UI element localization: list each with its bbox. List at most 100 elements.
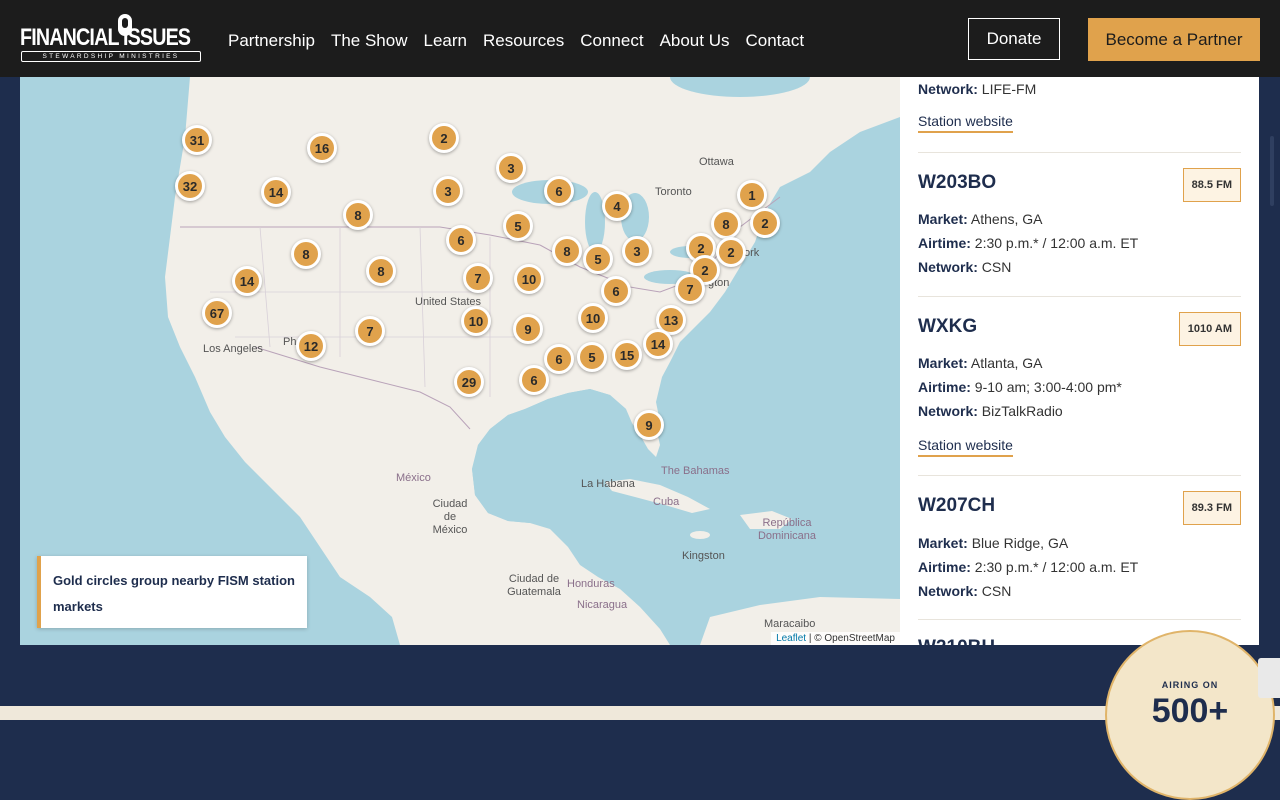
osm-attribution[interactable]: | © OpenStreetMap xyxy=(809,633,895,644)
map-label-toronto: Toronto xyxy=(655,186,692,198)
microphone-icon xyxy=(118,14,132,36)
map-cluster-marker[interactable]: 6 xyxy=(601,276,631,306)
map-label-mexico: México xyxy=(396,472,431,484)
map-cluster-marker[interactable]: 7 xyxy=(355,316,385,346)
map-cluster-marker[interactable]: 4 xyxy=(602,191,632,221)
map-label-honduras: Honduras xyxy=(567,578,615,590)
recaptcha-badge[interactable] xyxy=(1258,658,1280,698)
map-cluster-marker[interactable]: 9 xyxy=(513,314,543,344)
station-list-panel[interactable]: Network: LIFE-FM Station website W203BO … xyxy=(900,77,1259,645)
nav-about-us[interactable]: About Us xyxy=(660,31,730,51)
nav-contact[interactable]: Contact xyxy=(746,31,805,51)
station-market-row: Market: Athens, GA xyxy=(918,211,1043,227)
map-cluster-marker[interactable]: 7 xyxy=(463,263,493,293)
map-cluster-marker[interactable]: 2 xyxy=(750,208,780,238)
map-cluster-marker[interactable]: 1 xyxy=(737,180,767,210)
map-cluster-marker[interactable]: 8 xyxy=(343,200,373,230)
map-cluster-marker[interactable]: 12 xyxy=(296,331,326,361)
map-cluster-marker[interactable]: 31 xyxy=(182,125,212,155)
map-label-ciudad-de-mexico: Ciudad de México xyxy=(432,498,468,536)
nav-resources[interactable]: Resources xyxy=(483,31,564,51)
page-scrollbar[interactable] xyxy=(1270,136,1274,206)
main-nav: Partnership The Show Learn Resources Con… xyxy=(228,31,804,51)
station-website-link[interactable]: Station website xyxy=(918,113,1013,133)
map-cluster-marker[interactable]: 2 xyxy=(716,237,746,267)
map-label-los-angeles: Los Angeles xyxy=(203,343,263,355)
donate-button[interactable]: Donate xyxy=(968,18,1060,60)
map-label-kingston: Kingston xyxy=(682,550,725,562)
frequency-badge: 89.3 FM xyxy=(1182,491,1241,525)
map-label-la-habana: La Habana xyxy=(581,478,635,490)
site-header: FINANCIAL ISSUES STEWARDSHIP MINISTRIES … xyxy=(0,0,1280,77)
map-cluster-marker[interactable]: 7 xyxy=(675,274,705,304)
map-cluster-marker[interactable]: 3 xyxy=(622,236,652,266)
map-cluster-marker[interactable]: 10 xyxy=(514,264,544,294)
become-partner-button[interactable]: Become a Partner xyxy=(1088,18,1260,61)
map-cluster-marker[interactable]: 14 xyxy=(643,329,673,359)
seal-caption: AIRING ON xyxy=(1161,680,1219,690)
station-market-row: Market: Atlanta, GA xyxy=(918,355,1043,371)
station-website-link[interactable]: Station website xyxy=(918,437,1013,457)
divider xyxy=(918,152,1241,153)
map-cluster-marker[interactable]: 6 xyxy=(544,176,574,206)
frequency-badge: 88.5 FM xyxy=(1182,168,1241,202)
station-call-sign: W207CH xyxy=(918,495,996,516)
footer-band xyxy=(0,706,1280,720)
map-attribution: Leaflet | © OpenStreetMap xyxy=(771,632,900,645)
map-cluster-marker[interactable]: 67 xyxy=(202,298,232,328)
map-cluster-marker[interactable]: 5 xyxy=(577,342,607,372)
map-cluster-marker[interactable]: 3 xyxy=(496,153,526,183)
station-network-row: Network: LIFE-FM xyxy=(918,81,1037,97)
map-cluster-marker[interactable]: 14 xyxy=(232,266,262,296)
map-cluster-marker[interactable]: 15 xyxy=(612,340,642,370)
map-label-phoenix: Ph xyxy=(283,336,297,348)
map-label-bahamas: The Bahamas xyxy=(661,465,730,477)
divider xyxy=(918,296,1241,297)
map-cluster-marker[interactable]: 8 xyxy=(552,236,582,266)
map-cluster-marker[interactable]: 8 xyxy=(291,239,321,269)
map-label-ciudad-de-guatemala: Ciudad de Guatemala xyxy=(507,573,561,598)
station-network-row: Network: BizTalkRadio xyxy=(918,403,1063,419)
map-cluster-marker[interactable]: 8 xyxy=(366,256,396,286)
leaflet-link[interactable]: Leaflet xyxy=(776,633,806,644)
map-cluster-marker[interactable]: 14 xyxy=(261,177,291,207)
map-cluster-marker[interactable]: 8 xyxy=(711,209,741,239)
map-cluster-marker[interactable]: 5 xyxy=(503,211,533,241)
nav-partnership[interactable]: Partnership xyxy=(228,31,315,51)
station-market-row: Market: Blue Ridge, GA xyxy=(918,535,1069,551)
map-cluster-marker[interactable]: 10 xyxy=(461,306,491,336)
map-cluster-marker[interactable]: 6 xyxy=(446,225,476,255)
map-cluster-marker[interactable]: 5 xyxy=(583,244,613,274)
station-call-sign: WXKG xyxy=(918,316,978,337)
station-network-row: Network: CSN xyxy=(918,583,1012,599)
map-cluster-marker[interactable]: 6 xyxy=(519,365,549,395)
nav-the-show[interactable]: The Show xyxy=(331,31,408,51)
map-label-ottawa: Ottawa xyxy=(699,156,734,168)
map-label-nicaragua: Nicaragua xyxy=(577,599,628,611)
map-cluster-marker[interactable]: 29 xyxy=(454,367,484,397)
station-airtime-row: Airtime: 2:30 p.m.* / 12:00 a.m. ET xyxy=(918,559,1139,575)
seal-count: 500+ xyxy=(1151,692,1229,730)
station-call-sign: W210BH xyxy=(918,637,995,645)
map-cluster-marker[interactable]: 6 xyxy=(544,344,574,374)
map-label-new-york: ork xyxy=(744,247,760,259)
station-call-sign: W203BO xyxy=(918,172,997,193)
map-cluster-marker[interactable]: 32 xyxy=(175,171,205,201)
nav-connect[interactable]: Connect xyxy=(580,31,643,51)
map-label-republica-dominicana: República Dominicana xyxy=(757,517,817,542)
map-cluster-marker[interactable]: 2 xyxy=(429,123,459,153)
logo-text: FINANCIAL ISSUES xyxy=(20,24,191,51)
divider xyxy=(918,475,1241,476)
map-cluster-marker[interactable]: 9 xyxy=(634,410,664,440)
station-map[interactable]: Ottawa Toronto ork gton United States Lo… xyxy=(20,77,900,645)
nav-learn[interactable]: Learn xyxy=(423,31,466,51)
station-airtime-row: Airtime: 9-10 am; 3:00-4:00 pm* xyxy=(918,379,1122,395)
map-cluster-marker[interactable]: 10 xyxy=(578,303,608,333)
logo-subtext: STEWARDSHIP MINISTRIES xyxy=(21,51,201,62)
map-cluster-marker[interactable]: 16 xyxy=(307,133,337,163)
frequency-badge: 1010 AM xyxy=(1178,312,1241,346)
map-cluster-marker[interactable]: 3 xyxy=(433,176,463,206)
station-airtime-row: Airtime: 2:30 p.m.* / 12:00 a.m. ET xyxy=(918,235,1139,251)
site-logo[interactable]: FINANCIAL ISSUES STEWARDSHIP MINISTRIES xyxy=(20,12,205,64)
divider xyxy=(918,619,1241,620)
